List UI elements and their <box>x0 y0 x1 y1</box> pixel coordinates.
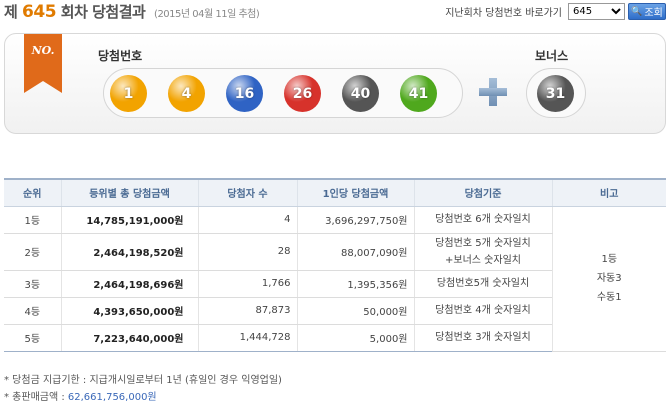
col-header-remark: 비고 <box>551 178 666 207</box>
table-row: 1등 14,785,191,000원 4 3,696,297,750원 당첨번호… <box>4 206 666 352</box>
total-prize-cell: 14,785,191,000원 <box>60 206 198 234</box>
remark-line: 자동3 <box>596 273 622 284</box>
rank-cell: 5등 <box>4 324 61 352</box>
per-winner-cell: 50,000원 <box>296 297 414 325</box>
per-winner-cell: 3,696,297,750원 <box>296 206 414 234</box>
total-sales-label: * 총판매금액 : <box>4 392 68 403</box>
criteria-cell: 당첨번호 4개 숫자일치 <box>413 297 552 325</box>
remark-line: 수동1 <box>596 292 622 303</box>
round-navigation: 지난회차 당첨번호 바로가기 645 🔍 조회 <box>445 3 666 20</box>
round-select[interactable]: 645 <box>568 3 625 20</box>
total-prize-cell: 2,464,198,696원 <box>60 270 198 298</box>
bonus-label: 보너스 <box>535 49 569 63</box>
col-header-winners: 당첨자 수 <box>197 178 297 207</box>
per-winner-cell: 1,395,356원 <box>296 270 414 298</box>
total-sales-value: 62,661,756,000원 <box>67 392 157 403</box>
search-button[interactable]: 🔍 조회 <box>628 3 666 20</box>
col-header-criteria: 당첨기준 <box>413 178 552 207</box>
winners-cell: 28 <box>197 233 297 271</box>
payout-deadline-note: * 당첨금 지급기한 : 지급개시일로부터 1년 (휴일인 경우 익영업일) <box>4 375 282 386</box>
winning-ball: 4 <box>168 75 205 112</box>
winning-ball: 1 <box>110 75 147 112</box>
total-prize-cell: 7,223,640,000원 <box>60 324 198 352</box>
bonus-ball: 31 <box>537 75 574 112</box>
title-suffix: 회차 당첨결과 <box>60 3 146 21</box>
criteria-line: 당첨번호 5개 숫자일치 <box>435 237 531 249</box>
winners-cell: 1,766 <box>197 270 297 298</box>
winning-ball: 26 <box>284 75 321 112</box>
no-badge-icon: NO. <box>24 34 62 93</box>
winning-numbers-label: 당첨번호 <box>98 49 143 63</box>
prize-table: 순위 등위별 총 당첨금액 당첨자 수 1인당 당첨금액 당첨기준 비고 1등 … <box>4 178 666 352</box>
round-number: 645 <box>22 2 57 22</box>
table-header-row: 순위 등위별 총 당첨금액 당첨자 수 1인당 당첨금액 당첨기준 비고 <box>4 178 666 207</box>
winning-ball: 40 <box>342 75 379 112</box>
plus-icon <box>479 78 507 106</box>
remark-cell: 1등 자동3 수동1 <box>551 206 666 352</box>
page-title: 제 645 회차 당첨결과 (2015년 04월 11일 추첨) <box>4 1 260 22</box>
search-button-label: 조회 <box>644 8 663 19</box>
draw-date: (2015년 04월 11일 추첨) <box>154 9 260 20</box>
rank-cell: 3등 <box>4 270 61 298</box>
criteria-line: 당첨번호 6개 숫자일치 <box>435 214 531 225</box>
col-header-per-winner: 1인당 당첨금액 <box>296 178 414 207</box>
remark-line: 1등 <box>601 254 618 265</box>
round-nav-label: 지난회차 당첨번호 바로가기 <box>445 8 562 19</box>
criteria-line: 당첨번호 3개 숫자일치 <box>435 332 531 343</box>
col-header-rank: 순위 <box>4 178 61 207</box>
criteria-line: 당첨번호5개 숫자일치 <box>436 278 530 289</box>
total-prize-cell: 2,464,198,520원 <box>60 233 198 271</box>
criteria-line: +보너스 숫자일치 <box>445 254 521 266</box>
total-prize-cell: 4,393,650,000원 <box>60 297 198 325</box>
magnifier-icon: 🔍 <box>631 6 643 17</box>
winners-cell: 87,873 <box>197 297 297 325</box>
bonus-ball-tray: 31 <box>526 68 586 118</box>
criteria-cell: 당첨번호 6개 숫자일치 <box>413 206 552 234</box>
winning-numbers-panel: NO. 당첨번호 보너스 1 4 16 26 40 41 31 <box>4 33 666 134</box>
winners-cell: 1,444,728 <box>197 324 297 352</box>
rank-cell: 2등 <box>4 233 61 271</box>
title-prefix: 제 <box>4 3 18 21</box>
winning-ball: 16 <box>226 75 263 112</box>
no-badge-label: NO. <box>31 44 55 57</box>
criteria-cell: 당첨번호 3개 숫자일치 <box>413 324 552 352</box>
rank-cell: 1등 <box>4 206 61 234</box>
criteria-line: 당첨번호 4개 숫자일치 <box>435 305 531 316</box>
per-winner-cell: 5,000원 <box>296 324 414 352</box>
winning-ball: 41 <box>400 75 437 112</box>
winners-cell: 4 <box>197 206 297 234</box>
footer-notes: * 당첨금 지급기한 : 지급개시일로부터 1년 (휴일인 경우 익영업일) *… <box>4 372 282 405</box>
page-header: 제 645 회차 당첨결과 (2015년 04월 11일 추첨) 지난회차 당첨… <box>0 0 670 24</box>
col-header-total: 등위별 총 당첨금액 <box>60 178 198 207</box>
criteria-cell: 당첨번호5개 숫자일치 <box>413 270 552 298</box>
winning-ball-tray: 1 4 16 26 40 41 <box>103 68 463 118</box>
rank-cell: 4등 <box>4 297 61 325</box>
per-winner-cell: 88,007,090원 <box>296 233 414 271</box>
criteria-cell: 당첨번호 5개 숫자일치 +보너스 숫자일치 <box>413 233 552 271</box>
total-sales-note: * 총판매금액 : 62,661,756,000원 <box>4 389 282 405</box>
